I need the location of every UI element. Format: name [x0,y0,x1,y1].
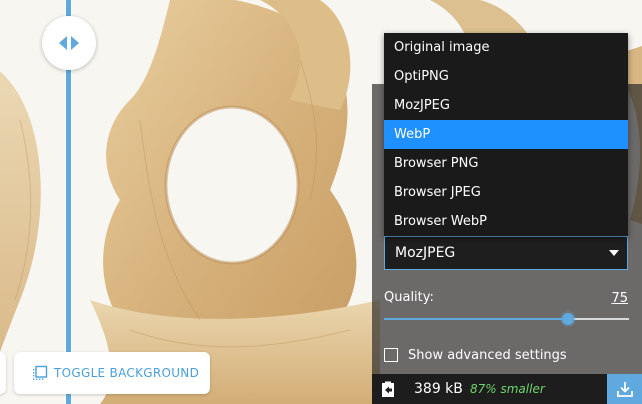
toggle-background-button[interactable]: TOGGLE BACKGROUND [14,352,210,394]
copy-to-other-side-icon[interactable] [380,380,396,398]
compression-method-value: MozJPEG [395,245,456,261]
advanced-settings-checkbox[interactable] [384,348,398,362]
output-file-size: 389 kB [414,381,463,397]
advanced-settings-label: Show advanced settings [408,347,567,363]
image-compare-stage: TOGGLE BACKGROUND MozJPEG Quality: 75 Sh… [0,0,642,404]
quality-label: Quality: [384,290,434,305]
dropdown-option[interactable]: OptiPNG [384,62,628,91]
dropdown-option[interactable]: Original image [384,33,628,62]
download-button[interactable] [607,374,642,404]
compression-method-dropdown: Original image OptiPNG MozJPEG WebP Browser … [384,33,628,236]
advanced-settings-row[interactable]: Show advanced settings [384,346,567,364]
toggle-background-label: TOGGLE BACKGROUND [54,366,200,380]
dropdown-option[interactable]: Browser JPEG [384,178,628,207]
zoom-controls-stub[interactable] [0,352,6,394]
chevron-down-icon [609,250,619,256]
background-toggle-icon [33,365,48,380]
split-handle[interactable] [42,16,96,70]
dropdown-option[interactable]: WebP [384,120,628,149]
dropdown-option[interactable]: Browser PNG [384,149,628,178]
dropdown-option[interactable]: Browser WebP [384,207,628,236]
download-icon [616,382,633,397]
quality-slider-fill [384,318,568,320]
quality-value-input[interactable]: 75 [608,291,628,306]
quality-slider-thumb[interactable] [562,313,574,325]
dropdown-option[interactable]: MozJPEG [384,91,628,120]
left-right-arrows-icon [59,36,79,50]
size-reduction-text: 87% smaller [470,382,545,396]
compression-method-select[interactable]: MozJPEG [384,236,628,270]
quality-slider[interactable] [384,312,629,326]
